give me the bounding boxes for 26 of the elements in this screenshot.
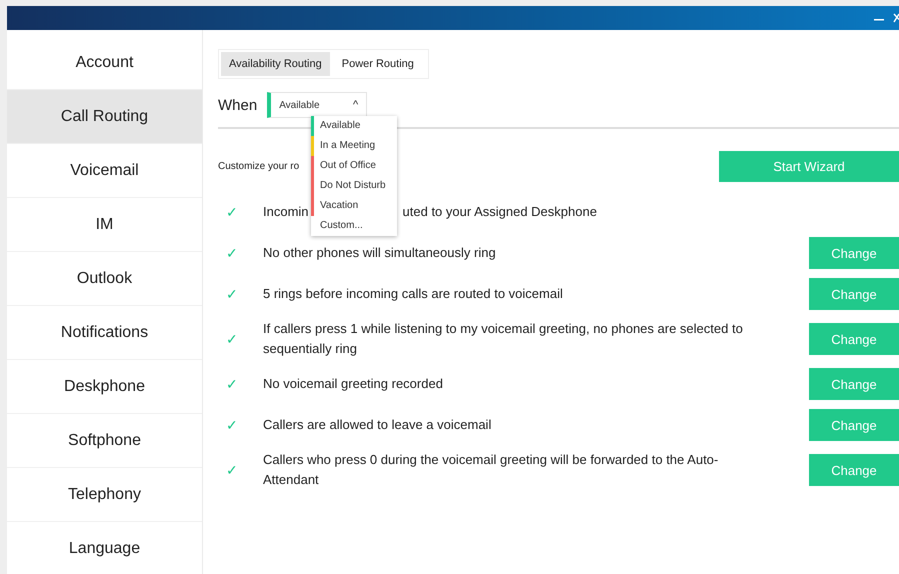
check-icon: ✓ bbox=[218, 417, 263, 433]
dropdown-option[interactable]: Vacation bbox=[311, 196, 397, 216]
rule-text: Callers who press 0 during the voicemail greeting will be forwarded to the Auto-Attendant bbox=[263, 451, 720, 489]
dropdown-option[interactable]: Custom... bbox=[311, 216, 397, 236]
rule-text: If callers press 1 while listening to my voicemail greeting, no phones are selected to sequentially ring bbox=[263, 320, 744, 358]
dropdown-option[interactable]: Do Not Disturb bbox=[311, 176, 397, 196]
dropdown-option[interactable]: Available bbox=[311, 116, 397, 136]
close-icon[interactable] bbox=[893, 12, 899, 24]
rule-text: No other phones will simultaneously ring bbox=[263, 244, 497, 262]
rule-text: uted to your Assigned Deskphone bbox=[402, 203, 597, 221]
dropdown-option[interactable]: Out of Office bbox=[311, 156, 397, 176]
rule-text: 5 rings before incoming calls are routed to voicemail bbox=[263, 285, 564, 303]
check-icon: ✓ bbox=[218, 245, 263, 261]
check-icon: ✓ bbox=[218, 204, 263, 220]
description-text: Customize your ro bbox=[218, 161, 300, 172]
rule-text: No voicemail greeting recorded bbox=[263, 375, 444, 393]
rule-text: Incomin bbox=[263, 203, 309, 221]
dropdown-option[interactable]: In a Meeting bbox=[311, 136, 397, 156]
check-icon: ✓ bbox=[218, 286, 263, 302]
check-icon: ✓ bbox=[218, 376, 263, 392]
sidebar-item[interactable]: Call Routing bbox=[7, 90, 202, 144]
check-icon: ✓ bbox=[218, 462, 263, 478]
rule-text: Callers are allowed to leave a voicemail bbox=[263, 416, 492, 434]
when-label: When bbox=[218, 96, 258, 114]
check-icon: ✓ bbox=[218, 331, 263, 347]
tab[interactable]: Availability Routing bbox=[221, 52, 330, 76]
